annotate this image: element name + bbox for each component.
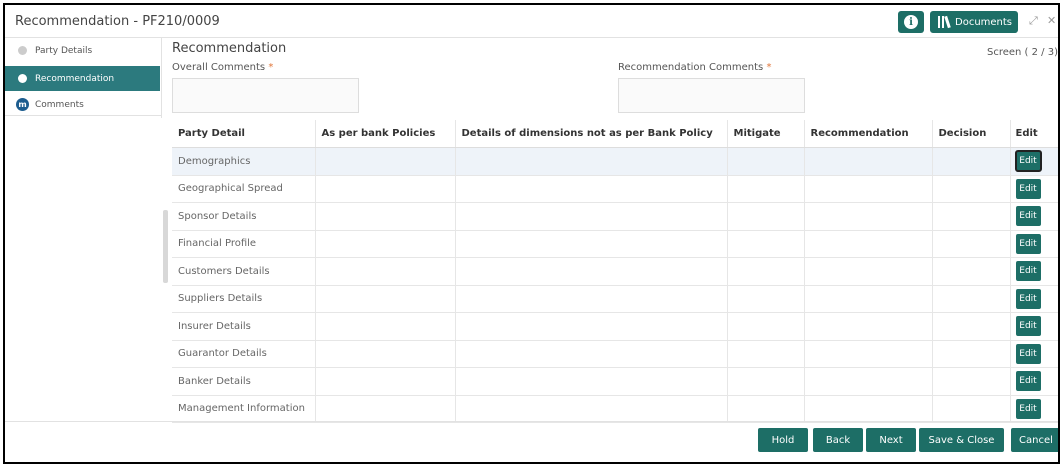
app-window: Recommendation - PF210/0009 i Documents … — [3, 3, 1060, 464]
table-row[interactable]: Demographics Edit — [172, 147, 1058, 176]
edit-button[interactable]: Edit — [1015, 206, 1041, 227]
recommendation-table: Party Detail As per bank Policies Detail… — [172, 120, 1058, 423]
party-detail-cell: Banker Details — [172, 367, 316, 396]
column-header[interactable]: Decision — [932, 120, 1011, 148]
scrollbar-thumb[interactable] — [163, 210, 168, 283]
title-bar: Recommendation - PF210/0009 i Documents … — [5, 5, 1058, 38]
recommendation-comments-field[interactable] — [618, 78, 805, 113]
sidebar-item-comments[interactable]: m Comments — [5, 92, 160, 117]
edit-button[interactable]: Edit — [1015, 398, 1041, 419]
hold-button[interactable]: Hold — [758, 428, 808, 452]
table-row[interactable]: Suppliers Details Edit — [172, 285, 1058, 313]
edit-button[interactable]: Edit — [1015, 288, 1041, 309]
table-row[interactable]: Guarantor Details Edit — [172, 340, 1058, 368]
party-detail-cell: Financial Profile — [172, 230, 316, 258]
column-header[interactable]: Party Detail — [172, 120, 316, 148]
edit-button[interactable]: Edit — [1014, 150, 1042, 173]
sidebar-item-party-details[interactable]: Party Details — [5, 38, 160, 63]
sidebar: Party Details Recommendation m Comments — [5, 38, 162, 118]
documents-icon — [938, 15, 951, 29]
party-detail-cell: Demographics — [172, 147, 316, 176]
sidebar-item-label: Comments — [35, 99, 84, 110]
party-detail-cell: Guarantor Details — [172, 340, 316, 368]
back-button[interactable]: Back — [813, 428, 863, 452]
sidebar-item-label: Recommendation — [35, 73, 115, 84]
column-header[interactable]: Edit — [1010, 120, 1058, 148]
step-badge-icon: m — [16, 98, 29, 111]
edit-button[interactable]: Edit — [1015, 261, 1041, 282]
screen-indicator: Screen ( 2 / 3) — [987, 47, 1058, 58]
party-detail-cell: Sponsor Details — [172, 202, 316, 231]
cancel-button[interactable]: Cancel — [1011, 428, 1058, 452]
party-detail-cell: Management Information — [172, 395, 316, 423]
info-icon: i — [904, 15, 918, 29]
edit-button[interactable]: Edit — [1015, 233, 1041, 254]
sidebar-item-label: Party Details — [35, 45, 93, 56]
party-detail-cell: Suppliers Details — [172, 285, 316, 313]
overall-comments-field[interactable] — [172, 78, 359, 113]
next-button[interactable]: Next — [866, 428, 916, 452]
edit-button[interactable]: Edit — [1015, 316, 1041, 337]
table-row[interactable]: Banker Details Edit — [172, 367, 1058, 396]
window-title: Recommendation - PF210/0009 — [15, 14, 220, 29]
column-header[interactable]: Recommendation — [804, 120, 933, 148]
edit-button[interactable]: Edit — [1015, 371, 1041, 392]
page-title: Recommendation — [172, 41, 287, 56]
table-row[interactable]: Sponsor Details Edit — [172, 202, 1058, 231]
column-header[interactable]: As per bank Policies — [315, 120, 456, 148]
table-row[interactable]: Geographical Spread Edit — [172, 175, 1058, 203]
column-header[interactable]: Details of dimensions not as per Bank Po… — [455, 120, 728, 148]
party-detail-cell: Insurer Details — [172, 312, 316, 341]
close-icon[interactable]: ✕ — [1047, 14, 1056, 27]
save-and-close-button[interactable]: Save & Close — [919, 428, 1004, 452]
footer-divider — [5, 421, 1058, 422]
overall-comments-label: Overall Comments * — [172, 62, 274, 73]
edit-button[interactable]: Edit — [1015, 178, 1041, 199]
sidebar-divider — [5, 115, 161, 116]
party-detail-cell: Geographical Spread — [172, 175, 316, 203]
recommendation-comments-label: Recommendation Comments * — [618, 62, 772, 73]
minimize-icon[interactable]: ⤢ — [1029, 14, 1038, 28]
table-row[interactable]: Customers Details Edit — [172, 257, 1058, 286]
info-button[interactable]: i — [898, 11, 924, 33]
documents-label: Documents — [955, 16, 1013, 28]
sidebar-item-recommendation[interactable]: Recommendation — [5, 66, 160, 91]
step-dot-icon — [18, 46, 27, 55]
table-header-row: Party Detail As per bank Policies Detail… — [172, 120, 1058, 148]
table-row[interactable]: Financial Profile Edit — [172, 230, 1058, 258]
edit-button[interactable]: Edit — [1015, 343, 1041, 364]
required-mark: * — [268, 62, 274, 73]
required-mark: * — [766, 62, 772, 73]
step-dot-icon — [18, 74, 27, 83]
table-row[interactable]: Management Information Edit — [172, 395, 1058, 423]
table-row[interactable]: Insurer Details Edit — [172, 312, 1058, 341]
column-header[interactable]: Mitigate — [727, 120, 805, 148]
party-detail-cell: Customers Details — [172, 257, 316, 286]
documents-button[interactable]: Documents — [930, 11, 1018, 33]
